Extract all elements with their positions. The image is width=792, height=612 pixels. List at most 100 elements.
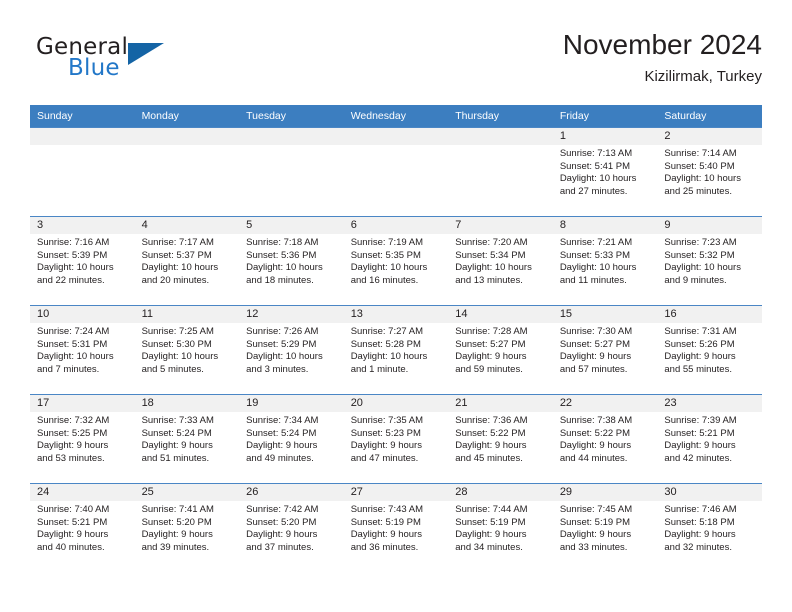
daylight-text-line1: Daylight: 9 hours xyxy=(664,529,736,541)
sunrise-text: Sunrise: 7:44 AM xyxy=(455,504,528,515)
day-cell-inner: 13 Sunrise: 7:27 AM Sunset: 5:28 PM Dayligh… xyxy=(343,306,449,394)
daylight-text-line2: and 45 minutes. xyxy=(455,452,523,464)
calendar-day-cell[interactable]: 2 Sunrise: 7:14 AM Sunset: 5:40 PM Daylight… xyxy=(657,127,762,217)
day-number: 23 xyxy=(657,395,762,412)
day-details: Sunrise: 7:32 AM Sunset: 5:25 PM Daylight:… xyxy=(30,412,135,465)
calendar-day-cell[interactable]: 17 Sunrise: 7:32 AM Sunset: 5:25 PM Dayligh… xyxy=(30,394,135,484)
daylight-text-line1: Daylight: 10 hours xyxy=(37,351,114,363)
calendar-day-cell[interactable]: 25 Sunrise: 7:41 AM Sunset: 5:20 PM Dayligh… xyxy=(134,483,240,572)
calendar-day-cell[interactable]: 20 Sunrise: 7:35 AM Sunset: 5:23 PM Dayligh… xyxy=(343,394,449,484)
daylight-text-line1: Daylight: 10 hours xyxy=(246,262,323,274)
calendar-week-row: 17 Sunrise: 7:32 AM Sunset: 5:25 PM Dayligh… xyxy=(30,394,762,484)
day-number: 1 xyxy=(552,128,658,145)
daylight-text-line1: Daylight: 9 hours xyxy=(664,440,736,452)
calendar-day-cell[interactable]: 16 Sunrise: 7:31 AM Sunset: 5:26 PM Dayligh… xyxy=(657,305,762,395)
day-cell-inner: 17 Sunrise: 7:32 AM Sunset: 5:25 PM Dayligh… xyxy=(30,395,135,483)
daylight-text-line1: Daylight: 10 hours xyxy=(664,173,741,185)
sunset-text: Sunset: 5:36 PM xyxy=(246,249,317,261)
daylight-text-line2: and 11 minutes. xyxy=(559,274,627,286)
sunrise-text: Sunrise: 7:33 AM xyxy=(141,415,214,426)
day-cell-inner: 21 Sunrise: 7:36 AM Sunset: 5:22 PM Dayligh… xyxy=(448,395,553,483)
daylight-text-line1: Daylight: 9 hours xyxy=(246,440,318,452)
calendar-day-cell[interactable]: 3 Sunrise: 7:16 AM Sunset: 5:39 PM Daylight… xyxy=(30,216,135,306)
day-cell-inner: 19 Sunrise: 7:34 AM Sunset: 5:24 PM Dayligh… xyxy=(239,395,344,483)
day-cell-inner: 14 Sunrise: 7:28 AM Sunset: 5:27 PM Dayligh… xyxy=(448,306,553,394)
calendar-day-cell[interactable]: 11 Sunrise: 7:25 AM Sunset: 5:30 PM Dayligh… xyxy=(134,305,240,395)
sunset-text: Sunset: 5:41 PM xyxy=(559,160,631,172)
day-number: 17 xyxy=(30,395,135,412)
calendar-day-cell[interactable]: 6 Sunrise: 7:19 AM Sunset: 5:35 PM Daylight… xyxy=(343,216,449,306)
calendar-day-cell[interactable]: 7 Sunrise: 7:20 AM Sunset: 5:34 PM Daylight… xyxy=(448,216,553,306)
daylight-text-line1: Daylight: 9 hours xyxy=(246,529,318,541)
day-number: 14 xyxy=(448,306,553,323)
calendar-day-cell[interactable]: 10 Sunrise: 7:24 AM Sunset: 5:31 PM Dayligh… xyxy=(30,305,135,395)
calendar-day-cell[interactable]: 1 Sunrise: 7:13 AM Sunset: 5:41 PM Daylight… xyxy=(552,127,658,217)
calendar-week-row: 1 Sunrise: 7:13 AM Sunset: 5:41 PM Daylight… xyxy=(30,127,762,217)
sunset-text: Sunset: 5:33 PM xyxy=(559,249,631,261)
day-number: 26 xyxy=(239,484,344,501)
weekday-header-tuesday: Tuesday xyxy=(239,105,344,128)
daylight-text-line1: Daylight: 10 hours xyxy=(141,351,219,363)
calendar-day-cell[interactable]: 18 Sunrise: 7:33 AM Sunset: 5:24 PM Dayligh… xyxy=(134,394,240,484)
calendar-day-cell[interactable]: 15 Sunrise: 7:30 AM Sunset: 5:27 PM Dayligh… xyxy=(552,305,658,395)
daylight-text-line2: and 37 minutes. xyxy=(246,541,314,553)
sunrise-text: Sunrise: 7:16 AM xyxy=(37,237,110,248)
weekday-header-saturday: Saturday xyxy=(657,105,762,128)
weekday-header-friday: Friday xyxy=(552,105,658,128)
day-details: Sunrise: 7:42 AM Sunset: 5:20 PM Daylight:… xyxy=(239,501,344,554)
weekday-header-wednesday: Wednesday xyxy=(343,105,449,128)
day-cell-inner xyxy=(448,128,553,216)
triangle-logo-icon xyxy=(128,43,164,65)
daylight-text-line2: and 25 minutes. xyxy=(664,185,732,197)
calendar-day-cell[interactable]: 8 Sunrise: 7:21 AM Sunset: 5:33 PM Daylight… xyxy=(552,216,658,306)
calendar-day-cell[interactable]: 27 Sunrise: 7:43 AM Sunset: 5:19 PM Dayligh… xyxy=(343,483,449,572)
daylight-text-line1: Daylight: 10 hours xyxy=(37,262,114,274)
calendar-day-cell[interactable]: 22 Sunrise: 7:38 AM Sunset: 5:22 PM Dayligh… xyxy=(552,394,658,484)
calendar-day-cell[interactable]: 28 Sunrise: 7:44 AM Sunset: 5:19 PM Dayligh… xyxy=(448,483,553,572)
calendar-day-cell[interactable]: 29 Sunrise: 7:45 AM Sunset: 5:19 PM Dayligh… xyxy=(552,483,658,572)
calendar-day-cell[interactable]: 12 Sunrise: 7:26 AM Sunset: 5:29 PM Dayligh… xyxy=(239,305,344,395)
sunset-text: Sunset: 5:34 PM xyxy=(455,249,526,261)
brand-logo[interactable]: General Blue xyxy=(36,34,216,90)
day-number xyxy=(448,128,553,145)
sunset-text: Sunset: 5:24 PM xyxy=(141,427,212,439)
calendar-day-cell[interactable]: 9 Sunrise: 7:23 AM Sunset: 5:32 PM Daylight… xyxy=(657,216,762,306)
day-cell-inner xyxy=(134,128,240,216)
sunrise-text: Sunrise: 7:20 AM xyxy=(455,237,528,248)
day-cell-inner: 30 Sunrise: 7:46 AM Sunset: 5:18 PM Dayligh… xyxy=(657,484,762,572)
day-details: Sunrise: 7:44 AM Sunset: 5:19 PM Daylight:… xyxy=(448,501,553,554)
day-number: 24 xyxy=(30,484,135,501)
day-cell-inner: 5 Sunrise: 7:18 AM Sunset: 5:36 PM Daylight… xyxy=(239,217,344,305)
day-number: 11 xyxy=(134,306,240,323)
day-details: Sunrise: 7:39 AM Sunset: 5:21 PM Daylight:… xyxy=(657,412,762,465)
weekday-header-thursday: Thursday xyxy=(448,105,553,128)
calendar-day-cell[interactable]: 30 Sunrise: 7:46 AM Sunset: 5:18 PM Dayligh… xyxy=(657,483,762,572)
sunrise-text: Sunrise: 7:40 AM xyxy=(37,504,110,515)
day-details: Sunrise: 7:25 AM Sunset: 5:30 PM Daylight:… xyxy=(135,323,240,376)
calendar-day-cell[interactable]: 26 Sunrise: 7:42 AM Sunset: 5:20 PM Dayligh… xyxy=(239,483,344,572)
day-details: Sunrise: 7:33 AM Sunset: 5:24 PM Daylight:… xyxy=(135,412,240,465)
daylight-text-line2: and 34 minutes. xyxy=(455,541,523,553)
daylight-text-line1: Daylight: 10 hours xyxy=(246,351,323,363)
calendar-day-cell[interactable]: 23 Sunrise: 7:39 AM Sunset: 5:21 PM Dayligh… xyxy=(657,394,762,484)
calendar-day-cell[interactable]: 5 Sunrise: 7:18 AM Sunset: 5:36 PM Daylight… xyxy=(239,216,344,306)
day-number: 28 xyxy=(448,484,553,501)
sunset-text: Sunset: 5:23 PM xyxy=(350,427,421,439)
daylight-text-line1: Daylight: 9 hours xyxy=(664,351,736,363)
calendar-day-cell[interactable]: 24 Sunrise: 7:40 AM Sunset: 5:21 PM Dayligh… xyxy=(30,483,135,572)
day-details: Sunrise: 7:18 AM Sunset: 5:36 PM Daylight:… xyxy=(239,234,344,287)
calendar-day-cell[interactable]: 4 Sunrise: 7:17 AM Sunset: 5:37 PM Daylight… xyxy=(134,216,240,306)
day-cell-inner: 3 Sunrise: 7:16 AM Sunset: 5:39 PM Daylight… xyxy=(30,217,135,305)
day-details: Sunrise: 7:16 AM Sunset: 5:39 PM Daylight:… xyxy=(30,234,135,287)
sunset-text: Sunset: 5:35 PM xyxy=(350,249,421,261)
day-details: Sunrise: 7:27 AM Sunset: 5:28 PM Daylight:… xyxy=(344,323,449,376)
calendar-day-cell[interactable]: 21 Sunrise: 7:36 AM Sunset: 5:22 PM Dayligh… xyxy=(448,394,553,484)
calendar-day-cell[interactable]: 14 Sunrise: 7:28 AM Sunset: 5:27 PM Dayligh… xyxy=(448,305,553,395)
sunrise-text: Sunrise: 7:21 AM xyxy=(559,237,633,248)
day-cell-inner xyxy=(343,128,449,216)
sunrise-text: Sunrise: 7:14 AM xyxy=(664,148,737,159)
calendar-day-cell[interactable]: 13 Sunrise: 7:27 AM Sunset: 5:28 PM Dayligh… xyxy=(343,305,449,395)
daylight-text-line2: and 22 minutes. xyxy=(37,274,105,286)
daylight-text-line2: and 9 minutes. xyxy=(664,274,727,286)
calendar-day-cell[interactable]: 19 Sunrise: 7:34 AM Sunset: 5:24 PM Dayligh… xyxy=(239,394,344,484)
